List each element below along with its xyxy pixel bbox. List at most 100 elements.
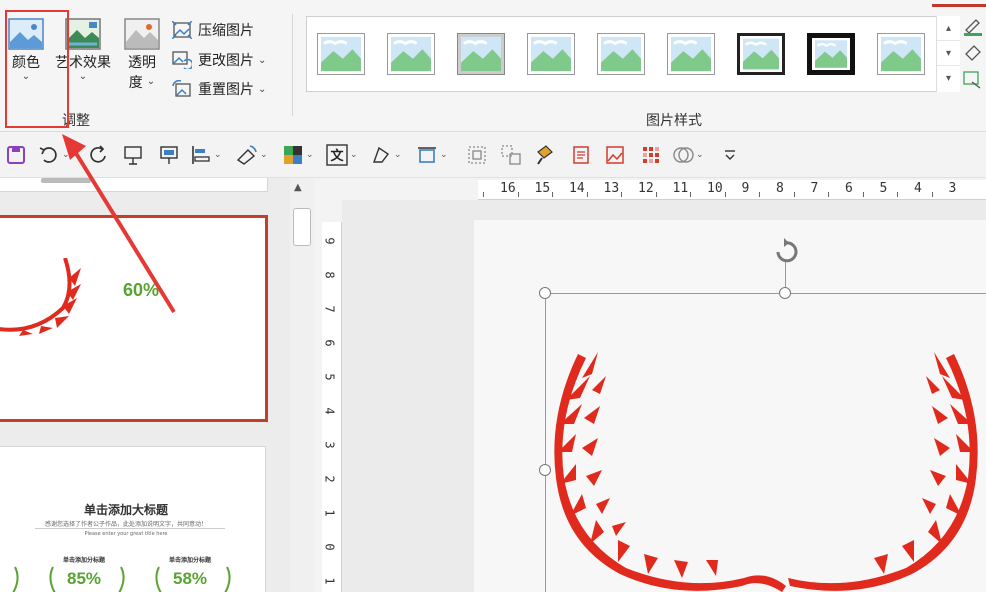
chevron-down-icon[interactable]: ⌄ [440,150,448,160]
transparency-button[interactable]: 透明 度 ⌄ [118,18,166,92]
laurel-wreath-picture[interactable] [546,348,986,592]
scroll-up-icon[interactable]: ▲ [294,182,302,193]
active-tab-indicator [932,4,986,7]
current-slide[interactable] [474,220,986,592]
reset-picture-icon [172,80,191,97]
chevron-down-icon: ⌄ [146,76,156,87]
ruler-number: 1 [322,509,337,517]
vertical-ruler: 9 8 7 6 5 4 3 2 1 0 1 [322,222,342,592]
picture-styles-group-label: 图片样式 [646,113,702,129]
ruler-number: 5 [879,181,888,196]
highlight-box [5,10,69,128]
scroll-up-icon[interactable]: ▴ [937,16,960,41]
svg-text:文: 文 [330,148,344,164]
scroll-down-icon[interactable]: ▾ [937,41,960,66]
change-picture-button[interactable]: 更改图片 ⌄ [172,48,266,72]
ruler-tick [828,192,829,197]
chevron-down-icon: ⌄ [78,71,88,82]
chevron-down-icon[interactable]: ⌄ [306,150,314,160]
ruler-tick [862,192,864,197]
thumbnail-scrollbar[interactable]: ▲ [290,178,314,592]
ruler-number: 6 [845,181,853,196]
ruler-tick [931,192,933,197]
picture-style-option[interactable] [597,33,645,75]
ruler-number: 1 [322,577,337,585]
group-separator [292,14,293,116]
chevron-down-icon[interactable]: ⌄ [260,150,268,160]
chevron-down-icon[interactable]: ⌄ [696,150,704,160]
picture-style-option[interactable] [807,33,855,75]
ruler-number: 4 [914,181,922,196]
ruler-number: 10 [707,181,723,196]
ruler-number: 3 [322,441,337,449]
picture-effects-icon[interactable] [962,42,984,64]
ruler-tick [759,192,760,197]
picture-insert-icon[interactable] [604,144,626,166]
ruler-number: 16 [500,181,516,196]
crop-icon[interactable]: ⌄ [416,144,448,166]
horizontal-ruler: 16 15 14 13 12 11 10 9 8 7 6 5 4 3 [478,180,986,200]
slide2-section-b: 单击添加分标题 [169,557,212,564]
gallery-scrollbar[interactable]: ▴ ▾ ▾ [936,16,960,92]
picture-border-icon[interactable] [962,14,984,36]
ruler-tick [552,192,553,197]
picture-styles-gallery [306,16,960,92]
compress-picture-button[interactable]: 压缩图片 [172,18,254,42]
chevron-down-icon[interactable]: ⌄ [214,150,222,160]
ruler-number: 5 [322,373,337,381]
mini-laurel-icon [12,566,19,592]
picture-style-option[interactable] [387,33,435,75]
slide2-subtitle: 感谢您选择了作者公子作品，此处添加说明文字，共同意动！ [44,521,207,528]
customize-toolbar-icon[interactable] [722,144,738,166]
picture-layout-icon[interactable] [962,70,984,92]
group-objects-icon[interactable] [466,144,488,166]
powerpoint-window: 颜色 ⌄ 艺术效果 ⌄ 透明 度 ⌄ 压缩图片 更改图片 ⌄ 重置图片 ⌄ 调整… [0,0,986,592]
reset-picture-label: 重置图片 [198,82,254,98]
format-painter-icon[interactable] [534,144,556,166]
gallery-more-icon[interactable]: ▾ [937,66,960,91]
ruler-number: 14 [569,181,585,196]
ruler-number: 12 [638,181,654,196]
slide-list-icon[interactable] [570,144,592,166]
text-box-icon[interactable]: 文 ⌄ [326,144,358,166]
slide2-title: 单击添加大标题 [83,503,168,517]
ruler-number: 8 [776,181,784,196]
reset-picture-button[interactable]: 重置图片 ⌄ [172,77,266,101]
chevron-down-icon[interactable]: ⌄ [394,150,402,160]
ruler-tick [621,192,622,197]
slide2-divider [35,528,225,529]
ungroup-objects-icon[interactable] [500,144,522,166]
chevron-down-icon[interactable]: ⌄ [350,150,358,160]
slide-thumbnail-2[interactable]: 单击添加大标题 感谢您选择了作者公子作品，此处添加说明文字，共同意动！ Plea… [0,446,266,592]
picture-style-option[interactable] [317,33,365,75]
right-tools [962,14,986,92]
art-effects-icon [65,18,101,50]
picture-style-option[interactable] [667,33,715,75]
rotate-icon[interactable]: ⌄ [236,144,268,166]
picture-style-option[interactable] [527,33,575,75]
picture-style-option[interactable] [737,33,785,75]
ruler-number: 11 [672,181,689,196]
slide2-percent-a: 85% [67,569,102,588]
resize-handle-n[interactable] [779,287,791,299]
shape-icon[interactable]: ⌄ [370,144,402,166]
ruler-tick [793,192,795,197]
ruler-tick [483,192,484,197]
transparency-label-2: 度 [128,75,143,91]
picture-style-option[interactable] [457,33,505,75]
ruler-number: 2 [322,475,337,483]
ruler-number: 6 [322,339,337,347]
resize-handle-nw[interactable] [539,287,551,299]
ruler-number: 7 [322,305,337,313]
change-picture-label: 更改图片 [198,53,254,69]
rotate-handle-icon[interactable] [770,237,804,267]
grid-icon[interactable] [640,144,662,166]
merge-shapes-icon[interactable]: ⌄ [672,144,704,166]
ruler-number: 9 [322,237,337,245]
shape-fill-icon[interactable]: ⌄ [282,144,314,166]
picture-style-option[interactable] [877,33,925,75]
chevron-down-icon: ⌄ [258,54,267,66]
transparency-label: 透明 [128,55,156,71]
compress-icon [172,21,192,39]
scrollbar-thumb[interactable] [293,208,311,246]
